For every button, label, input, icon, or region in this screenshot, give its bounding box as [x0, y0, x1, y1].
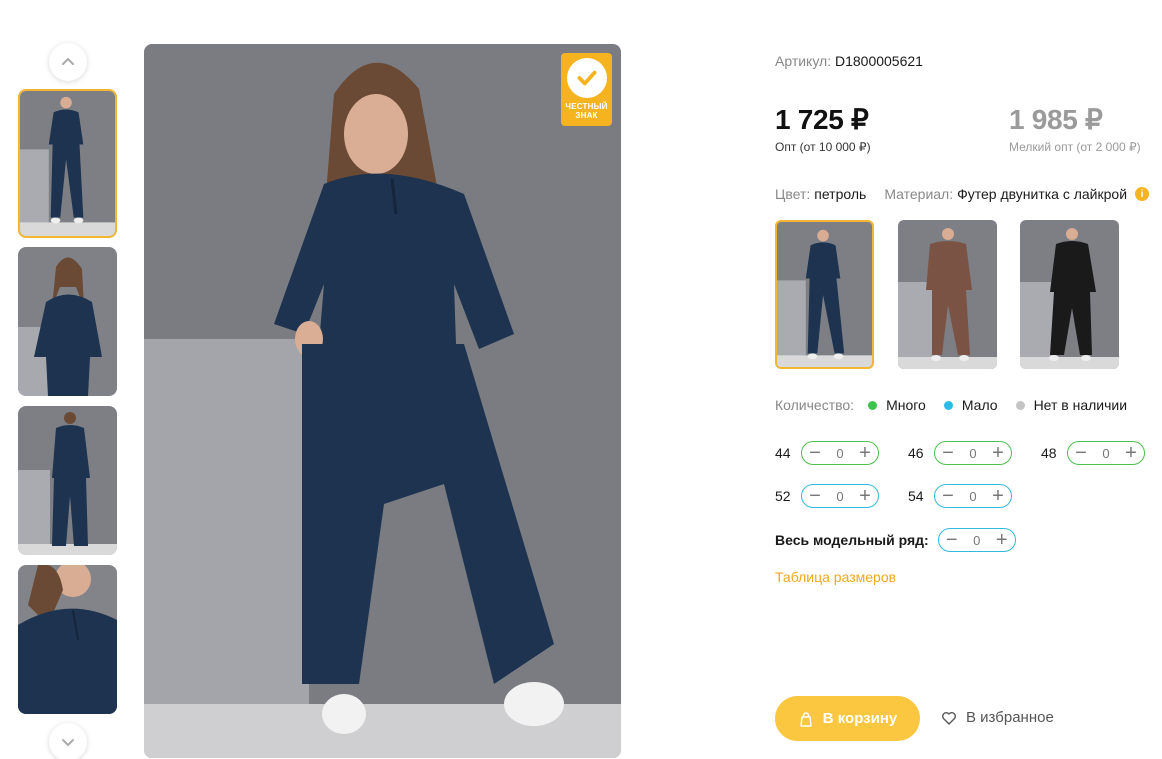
plus-button[interactable]: + [989, 443, 1007, 463]
chevron-down-icon [62, 739, 74, 747]
quantity-label: Количество: [775, 397, 855, 413]
size-row-44: 44 − 0 + [775, 441, 879, 465]
sku-label: Артикул: [775, 53, 832, 69]
size-table-link[interactable]: Таблица размеров [775, 569, 896, 585]
color-variant-image [1020, 220, 1119, 369]
quantity-value[interactable]: 0 [1102, 446, 1109, 461]
minus-button[interactable]: − [939, 443, 957, 463]
quantity-value[interactable]: 0 [836, 446, 843, 461]
product-image [144, 44, 621, 758]
few-dot-icon [943, 400, 953, 410]
quantity-value[interactable]: 0 [969, 489, 976, 504]
thumbnails-up-button[interactable] [49, 43, 87, 81]
honest-mark-badge: ЧЕСТНЫЙ ЗНАК [561, 53, 612, 126]
color-label: Цвет: [775, 186, 811, 202]
plus-button[interactable]: + [989, 486, 1007, 506]
color-variant-image [898, 220, 997, 369]
minus-button[interactable]: − [943, 530, 961, 550]
legend-many: Много [868, 397, 926, 413]
full-size-range: Весь модельный ряд: − 0 + [775, 528, 1016, 552]
minus-button[interactable]: − [939, 486, 957, 506]
thumbnail-image [20, 91, 115, 236]
full-range-stepper: − 0 + [937, 528, 1016, 552]
add-to-favorites-label: В избранное [966, 709, 1054, 726]
quantity-stepper: − 0 + [1067, 441, 1145, 465]
thumbnail-1[interactable] [18, 89, 117, 238]
many-dot-icon [868, 400, 878, 410]
add-to-favorites-button[interactable]: В избранное [941, 709, 1054, 726]
color-value: петроль [814, 186, 867, 202]
thumbnail-image [18, 565, 117, 714]
quantity-stepper: − 0 + [934, 441, 1012, 465]
plus-button[interactable]: + [1122, 443, 1140, 463]
thumbnail-3[interactable] [18, 406, 117, 555]
plus-button[interactable]: + [856, 443, 874, 463]
out-of-stock-dot-icon [1015, 400, 1025, 410]
quantity-stepper: − 0 + [934, 484, 1012, 508]
wholesale-price: 1 725 ₽ [775, 104, 869, 135]
size-row-52: 52 − 0 + [775, 484, 879, 508]
quantity-stepper: − 0 + [801, 441, 879, 465]
small-wholesale-price: 1 985 ₽ [1009, 104, 1103, 135]
quantity-value[interactable]: 0 [973, 533, 980, 548]
material-value: Футер двунитка с лайкрой [957, 186, 1128, 202]
size-row-54: 54 − 0 + [908, 484, 1012, 508]
wholesale-price-note: Опт (от 10 000 ₽) [775, 140, 871, 154]
color-variant-image [777, 222, 872, 367]
minus-button[interactable]: − [1072, 443, 1090, 463]
thumbnail-image [18, 247, 117, 396]
thumbnail-4[interactable] [18, 565, 117, 714]
quantity-stepper: − 0 + [801, 484, 879, 508]
size-label: 48 [1041, 445, 1057, 461]
thumbnail-2[interactable] [18, 247, 117, 396]
chevron-up-icon [62, 57, 74, 65]
info-icon[interactable]: i [1135, 187, 1150, 201]
main-product-photo[interactable] [144, 44, 621, 758]
size-row-48: 48 − 0 + [1041, 441, 1145, 465]
size-label: 54 [908, 488, 924, 504]
color-variant-black[interactable] [1020, 220, 1119, 369]
legend-few: Мало [943, 397, 998, 413]
material-label: Материал: [884, 186, 954, 202]
plus-button[interactable]: + [993, 530, 1011, 550]
thumbnails-down-button[interactable] [49, 723, 87, 759]
quantity-value[interactable]: 0 [836, 489, 843, 504]
legend-out-of-stock: Нет в наличии [1015, 397, 1127, 413]
minus-button[interactable]: − [806, 443, 824, 463]
add-to-cart-label: В корзину [822, 710, 898, 727]
size-label: 46 [908, 445, 924, 461]
quantity-legend: Количество: Много Мало Нет в наличии [775, 397, 1145, 413]
color-variant-petrol[interactable] [775, 220, 874, 369]
bag-icon [799, 711, 812, 727]
color-variant-brown[interactable] [898, 220, 997, 369]
thumbnail-image [18, 406, 117, 555]
plus-button[interactable]: + [856, 486, 874, 506]
sku: Артикул: D1800005621 [775, 53, 923, 69]
quantity-value[interactable]: 0 [969, 446, 976, 461]
heart-icon [942, 711, 956, 725]
size-label: 44 [775, 445, 791, 461]
full-range-label: Весь модельный ряд: [775, 532, 929, 548]
product-page: ЧЕСТНЫЙ ЗНАК Артикул: D1800005621 1 725 … [0, 0, 1162, 759]
add-to-cart-button[interactable]: В корзину [775, 696, 920, 741]
size-row-46: 46 − 0 + [908, 441, 1012, 465]
checkmark-icon [566, 58, 607, 98]
sku-value: D1800005621 [834, 53, 923, 69]
badge-text: ЧЕСТНЫЙ ЗНАК [565, 102, 608, 120]
size-label: 52 [775, 488, 791, 504]
product-attributes: Цвет: петроль Материал: Футер двунитка с… [775, 186, 1150, 202]
small-wholesale-price-note: Мелкий опт (от 2 000 ₽) [1009, 140, 1141, 154]
minus-button[interactable]: − [806, 486, 824, 506]
